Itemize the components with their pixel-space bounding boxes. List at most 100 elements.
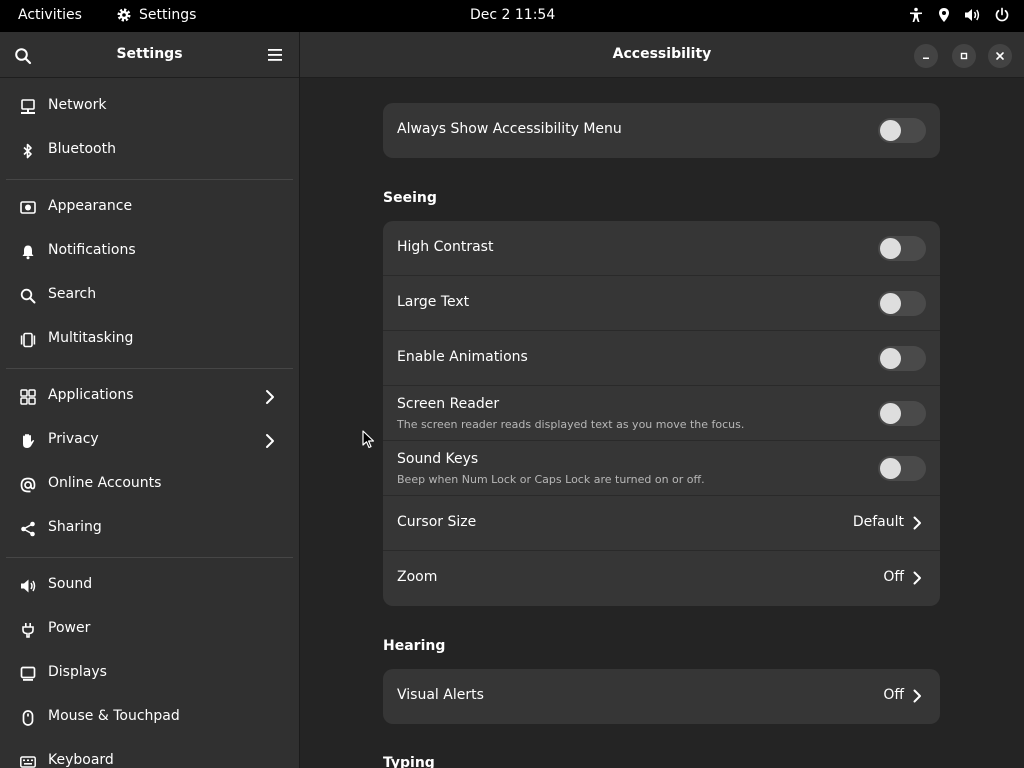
- visual-alerts-row[interactable]: Visual Alerts Off: [383, 669, 940, 724]
- chevron-right-icon: [913, 689, 921, 703]
- sidebar-item-label: Search: [48, 286, 97, 302]
- sidebar-item-online-accounts[interactable]: Online Accounts: [0, 463, 299, 507]
- sidebar-item-displays[interactable]: Displays: [0, 652, 299, 696]
- network-icon: [21, 99, 35, 114]
- row-label: Large Text: [397, 294, 470, 310]
- sidebar-item-power[interactable]: Power: [0, 608, 299, 652]
- sidebar-item-label: Multitasking: [48, 330, 134, 346]
- app-menu[interactable]: Settings: [116, 7, 196, 23]
- minimize-button[interactable]: [914, 44, 938, 68]
- row-label: Sound Keys: [397, 451, 479, 467]
- sound-keys-switch[interactable]: [878, 456, 926, 481]
- sidebar-item-appearance[interactable]: Appearance: [0, 186, 299, 230]
- row-label: Enable Animations: [397, 349, 528, 365]
- power-icon[interactable]: [994, 7, 1010, 23]
- chevron-right-icon: [266, 434, 274, 448]
- sidebar-item-search[interactable]: Search: [0, 274, 299, 318]
- section-title-typing: Typing: [383, 755, 435, 768]
- screen-reader-row[interactable]: Screen Reader The screen reader reads di…: [383, 386, 940, 441]
- app-name: Settings: [139, 7, 197, 23]
- sidebar-item-label: Network: [48, 97, 107, 113]
- minimize-icon: [923, 57, 929, 59]
- display-icon: [20, 666, 36, 681]
- mouse-pointer-icon: [362, 430, 375, 449]
- sidebar-item-network[interactable]: Network: [0, 85, 299, 129]
- accessibility-panel[interactable]: Always Show Accessibility Menu Seeing Hi…: [300, 79, 1024, 768]
- sidebar-title: Settings: [116, 46, 183, 62]
- always-show-menu-row[interactable]: Always Show Accessibility Menu: [383, 103, 940, 158]
- sidebar-item-label: Bluetooth: [48, 141, 116, 157]
- sidebar-nav: Network Bluetooth Appearance Notificatio…: [0, 85, 299, 768]
- sidebar-item-applications[interactable]: Applications: [0, 375, 299, 419]
- sidebar-item-bluetooth[interactable]: Bluetooth: [0, 129, 299, 173]
- mouse-icon: [22, 710, 34, 726]
- maximize-button[interactable]: [952, 44, 976, 68]
- zoom-row[interactable]: Zoom Off: [383, 551, 940, 606]
- row-value: Default: [852, 514, 904, 530]
- sidebar: Settings Network Bluetooth Appearance No…: [0, 32, 299, 768]
- location-icon[interactable]: [936, 7, 952, 23]
- gear-icon: [117, 8, 131, 22]
- sidebar-item-label: Online Accounts: [48, 475, 162, 491]
- row-value: Off: [883, 687, 904, 703]
- chevron-right-icon: [913, 571, 921, 585]
- system-tray[interactable]: [908, 7, 1010, 23]
- seeing-card: High Contrast Large Text Enable Animatio…: [383, 221, 940, 606]
- sidebar-item-label: Mouse & Touchpad: [48, 708, 180, 724]
- clock[interactable]: Dec 2 11:54: [470, 7, 555, 23]
- accessibility-icon[interactable]: [908, 7, 924, 23]
- sidebar-item-mouse-touchpad[interactable]: Mouse & Touchpad: [0, 696, 299, 740]
- row-label: Visual Alerts: [397, 687, 484, 703]
- screen-reader-switch[interactable]: [878, 401, 926, 426]
- sidebar-separator: [6, 368, 293, 369]
- sidebar-item-label: Appearance: [48, 198, 133, 214]
- section-title-hearing: Hearing: [383, 638, 446, 654]
- multitasking-icon: [20, 332, 36, 348]
- row-subtitle: Beep when Num Lock or Caps Lock are turn…: [397, 473, 705, 486]
- activities-button[interactable]: Activities: [18, 7, 82, 23]
- sound-keys-row[interactable]: Sound Keys Beep when Num Lock or Caps Lo…: [383, 441, 940, 496]
- bluetooth-icon: [23, 143, 32, 159]
- section-title-seeing: Seeing: [383, 190, 437, 206]
- large-text-switch[interactable]: [878, 291, 926, 316]
- row-label: Zoom: [397, 569, 438, 585]
- close-button[interactable]: [988, 44, 1012, 68]
- sidebar-item-label: Notifications: [48, 242, 136, 258]
- cursor-size-row[interactable]: Cursor Size Default: [383, 496, 940, 551]
- applications-icon: [20, 389, 36, 405]
- high-contrast-row[interactable]: High Contrast: [383, 221, 940, 276]
- sidebar-item-sound[interactable]: Sound: [0, 564, 299, 608]
- enable-animations-row[interactable]: Enable Animations: [383, 331, 940, 386]
- sidebar-item-notifications[interactable]: Notifications: [0, 230, 299, 274]
- hamburger-menu-icon[interactable]: [267, 48, 283, 62]
- sidebar-separator: [6, 179, 293, 180]
- maximize-icon: [960, 52, 968, 60]
- high-contrast-switch[interactable]: [878, 236, 926, 261]
- top-bar: Activities Settings Dec 2 11:54: [0, 0, 1024, 32]
- sidebar-header: Settings: [0, 32, 299, 78]
- row-label: High Contrast: [397, 239, 494, 255]
- sidebar-item-sharing[interactable]: Sharing: [0, 507, 299, 551]
- row-label: Screen Reader: [397, 396, 500, 412]
- keyboard-icon: [20, 756, 36, 768]
- sidebar-item-multitasking[interactable]: Multitasking: [0, 318, 299, 362]
- sidebar-separator: [6, 557, 293, 558]
- sidebar-item-privacy[interactable]: Privacy: [0, 419, 299, 463]
- privacy-icon: [23, 434, 35, 448]
- search-icon: [20, 288, 36, 304]
- close-icon: [996, 52, 1004, 60]
- enable-animations-switch[interactable]: [878, 346, 926, 371]
- header-bar: Accessibility: [300, 32, 1024, 78]
- volume-icon[interactable]: [964, 7, 982, 23]
- sidebar-item-label: Privacy: [48, 431, 99, 447]
- share-icon: [21, 521, 35, 537]
- always-show-menu-switch[interactable]: [878, 118, 926, 143]
- row-value: Off: [883, 569, 904, 585]
- large-text-row[interactable]: Large Text: [383, 276, 940, 331]
- switch-knob: [880, 238, 901, 259]
- sidebar-item-label: Applications: [48, 387, 134, 403]
- bell-icon: [22, 245, 34, 260]
- sidebar-item-keyboard[interactable]: Keyboard: [0, 740, 299, 768]
- row-label: Always Show Accessibility Menu: [397, 121, 622, 137]
- sidebar-item-label: Sharing: [48, 519, 102, 535]
